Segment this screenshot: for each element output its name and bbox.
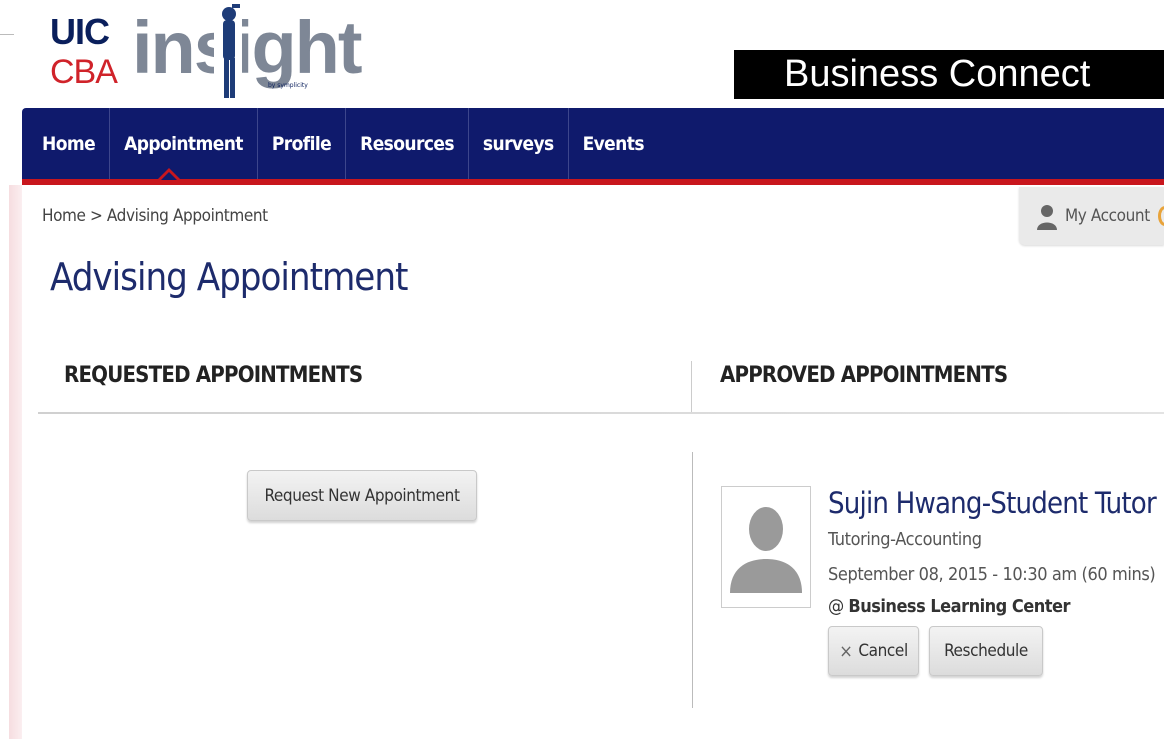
appointment-location: @ Business Learning Center [828, 596, 1071, 617]
page-title: Advising Appointment [50, 255, 408, 299]
header-rule [0, 34, 14, 35]
requested-appointments-heading: REQUESTED APPOINTMENTS [64, 363, 363, 388]
nav-item-resources[interactable]: Resources [346, 108, 469, 179]
cancel-label: Cancel [858, 641, 908, 661]
avatar-placeholder-icon [724, 489, 808, 605]
logo-figure-icon [214, 0, 242, 102]
brand-banner: Business Connect [734, 50, 1164, 99]
section-divider [691, 361, 692, 413]
close-icon: × [839, 640, 853, 662]
section-rule [38, 412, 1164, 414]
logo-uic-text: UIC [50, 11, 110, 52]
request-new-appointment-button[interactable]: Request New Appointment [247, 470, 477, 521]
appointment-type: Tutoring-Accounting [828, 529, 982, 550]
nav-item-home[interactable]: Home [22, 108, 111, 179]
logo-cba-text: CBA [50, 53, 118, 91]
nav-item-appointment[interactable]: Appointment [110, 108, 258, 179]
logo-insight-text: insight [132, 6, 363, 89]
breadcrumb[interactable]: Home > Advising Appointment [42, 206, 268, 226]
brand-title: Business Connect [784, 53, 1091, 95]
location-name: Business Learning Center [848, 596, 1071, 617]
nav-item-profile[interactable]: Profile [258, 108, 347, 179]
nav-item-events[interactable]: Events [569, 108, 658, 179]
main-nav: Home Appointment Profile Resources surve… [22, 108, 658, 179]
active-nav-caret-inner [161, 172, 177, 180]
location-prefix: @ [828, 596, 844, 617]
approved-appointments-heading: APPROVED APPOINTMENTS [720, 363, 1008, 388]
reschedule-button[interactable]: Reschedule [929, 626, 1043, 676]
advisor-name[interactable]: Sujin Hwang-Student Tutor [828, 486, 1157, 520]
cancel-appointment-button[interactable]: × Cancel [828, 626, 919, 676]
advisor-avatar [721, 486, 811, 608]
left-rail [0, 185, 22, 739]
my-account-label[interactable]: My Account [1065, 206, 1150, 226]
nav-item-surveys[interactable]: surveys [469, 108, 569, 179]
column-divider [692, 452, 693, 708]
user-icon [1037, 205, 1057, 230]
logo-tagline: by symplicity [268, 82, 308, 89]
header: UIC CBA insight by symplicity Business C… [0, 0, 1164, 108]
nav-accent-stripe [22, 179, 1164, 185]
appointment-datetime: September 08, 2015 - 10:30 am (60 mins) [828, 564, 1156, 585]
